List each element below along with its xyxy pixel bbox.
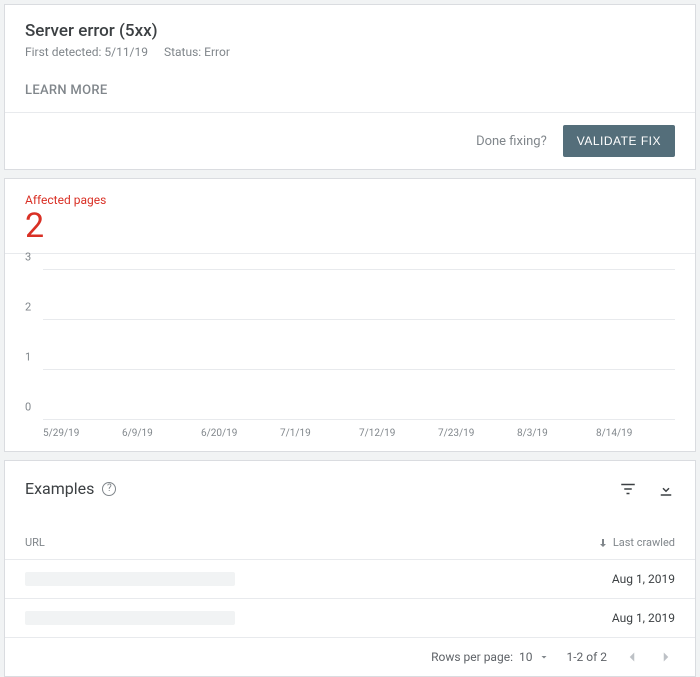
page-title: Server error (5xx) [25,21,675,41]
x-tick-label: 8/3/19 [517,428,596,439]
x-tick-label: 6/9/19 [122,428,201,439]
examples-title: Examples [25,479,94,498]
x-axis: 5/29/196/9/196/20/197/1/197/12/197/23/19… [43,420,675,439]
examples-header: Examples ? [5,461,695,528]
download-icon[interactable] [657,480,675,498]
help-icon[interactable]: ? [102,482,116,496]
gridline [43,269,675,270]
url-column-header[interactable]: URL [25,536,597,549]
url-cell [25,611,235,625]
first-detected-label: First detected: [25,45,101,59]
x-tick-label: 8/14/19 [596,428,675,439]
gridline [43,369,675,370]
affected-header: Affected pages 2 [5,179,695,254]
done-fixing-label: Done fixing? [476,134,547,149]
y-tick-label: 1 [25,351,31,364]
table-header: URL Last crawled [5,528,695,560]
url-cell [25,572,235,586]
status-label: Status: [164,45,201,59]
table-row[interactable]: Aug 1, 2019 [5,599,695,638]
affected-pages-card: Affected pages 2 0123 5/29/196/9/196/20/… [4,178,696,452]
x-tick-label: 7/12/19 [359,428,438,439]
crawled-date-cell: Aug 1, 2019 [612,611,675,625]
x-tick-label: 6/20/19 [201,428,280,439]
x-tick-label: 7/23/19 [438,428,517,439]
error-header-card: Server error (5xx) First detected: 5/11/… [4,4,696,170]
y-tick-label: 2 [25,301,31,314]
x-tick-label: 5/29/19 [43,428,122,439]
validate-fix-button[interactable]: VALIDATE FIX [563,125,675,157]
fix-row: Done fixing? VALIDATE FIX [5,113,695,169]
dropdown-icon [538,651,550,663]
first-detected-date: 5/11/19 [104,45,148,59]
crawled-date-cell: Aug 1, 2019 [612,572,675,586]
status-value: Error [204,45,230,59]
last-crawled-column-header[interactable]: Last crawled [597,536,675,549]
gridline [43,419,675,420]
chart-area: 0123 5/29/196/9/196/20/197/1/197/12/197/… [5,254,695,451]
pagination: Rows per page: 10 1-2 of 2 [5,638,695,676]
pagination-range: 1-2 of 2 [566,650,607,664]
rows-per-page-value: 10 [519,650,533,664]
meta-line: First detected: 5/11/19 Status: Error [25,45,675,59]
learn-more-link[interactable]: LEARN MORE [5,71,695,112]
affected-count: 2 [25,209,675,243]
filter-icon[interactable] [619,480,637,498]
rows-per-page[interactable]: Rows per page: 10 [431,650,550,664]
header-section: Server error (5xx) First detected: 5/11/… [5,5,695,71]
rows-per-page-label: Rows per page: [431,650,513,664]
gridline [43,319,675,320]
y-tick-label: 0 [25,401,31,414]
examples-card: Examples ? URL Last crawled Aug 1, 2019 A… [4,460,696,677]
x-tick-label: 7/1/19 [280,428,359,439]
bars-container [43,270,675,420]
y-tick-label: 3 [25,251,31,264]
next-page-button[interactable] [657,648,675,666]
chart-grid: 0123 [43,270,675,420]
prev-page-button[interactable] [623,648,641,666]
affected-label: Affected pages [25,193,675,207]
sort-down-icon [597,537,609,549]
table-row[interactable]: Aug 1, 2019 [5,560,695,599]
last-crawled-label: Last crawled [613,536,675,549]
